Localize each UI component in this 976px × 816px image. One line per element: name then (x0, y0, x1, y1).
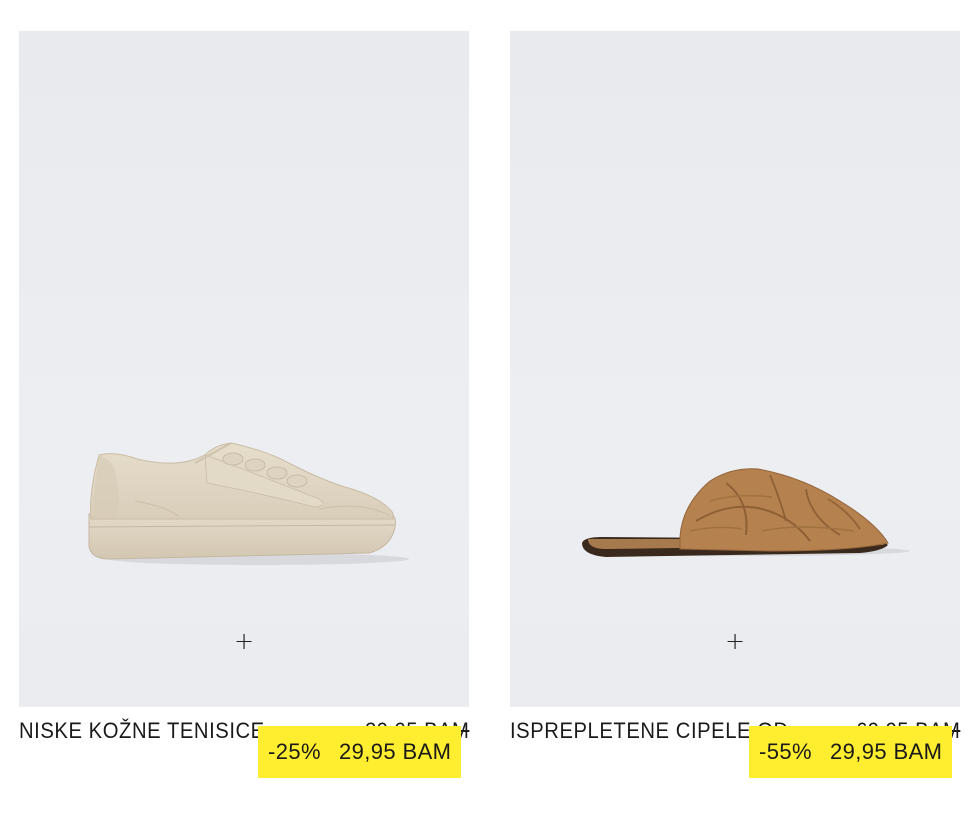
product-card[interactable]: + NISKE KOŽNE TENISICE 39,95 BAM (19, 31, 469, 757)
product-card[interactable]: + ISPREPLETENE CIPELE OD ... 69,95 BAM (510, 31, 960, 757)
discount-percent: -55% (759, 739, 812, 764)
plus-icon: + (233, 627, 255, 655)
sale-price-badge: -55% 29,95 BAM (749, 726, 953, 778)
product-image[interactable]: + (19, 31, 469, 707)
sale-price: 29,95 BAM (338, 739, 452, 764)
discount-percent: -25% (268, 739, 321, 764)
plus-icon: + (724, 627, 746, 655)
product-name[interactable]: NISKE KOŽNE TENISICE (19, 718, 265, 744)
add-to-bag-button[interactable]: + (717, 623, 753, 659)
beige-sneaker-image (88, 442, 409, 565)
sale-price-badge: -25% 29,95 BAM (258, 726, 462, 778)
tan-woven-mule-image (582, 468, 910, 557)
product-image[interactable]: + (510, 31, 960, 707)
sale-price: 29,95 BAM (829, 739, 943, 764)
add-to-bag-button[interactable]: + (226, 623, 262, 659)
